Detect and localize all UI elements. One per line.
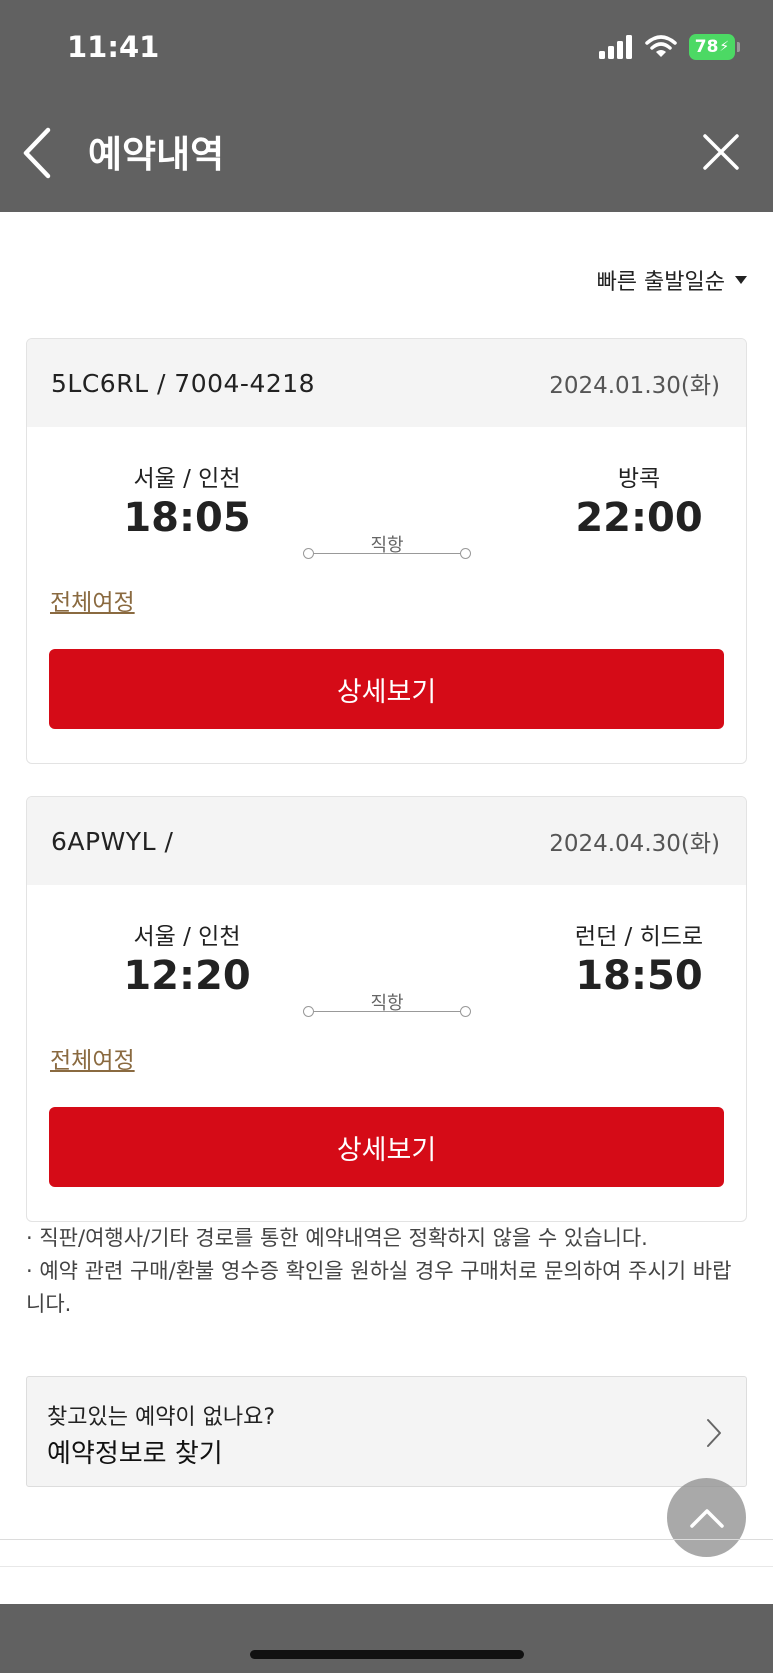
signal-icon [599, 35, 632, 59]
status-time: 11:41 [67, 30, 160, 64]
booking-card-body: 서울 / 인천 18:05 방콕 22:00 직항 전체여정 상세보기 [27, 427, 746, 763]
booking-card-header: 6APWYL / 2024.04.30(화) [27, 797, 746, 885]
find-booking-question: 찾고있는 예약이 없나요? [47, 1405, 276, 1430]
notice-list: · 직판/여행사/기타 경로를 통한 예약내역은 정확하지 않을 수 있습니다.… [26, 1222, 748, 1321]
route-type: 직항 [370, 535, 404, 556]
route-indicator: 직항 [303, 531, 471, 561]
chevron-up-icon [689, 1508, 724, 1528]
find-booking-box[interactable]: 찾고있는 예약이 없나요? 예약정보로 찾기 [26, 1376, 747, 1487]
departure-city: 서울 / 인천 [133, 924, 241, 950]
divider [0, 1566, 773, 1567]
route-type: 직항 [370, 993, 404, 1014]
arrival-time: 18:50 [575, 953, 703, 999]
notice-item: · 예약 관련 구매/환불 영수증 확인을 원하실 경우 구매처로 문의하여 주… [26, 1259, 732, 1316]
home-indicator-area [0, 1604, 773, 1673]
booking-code: 6APWYL / [51, 826, 174, 856]
departure-city: 서울 / 인천 [133, 466, 241, 492]
arrival-time: 22:00 [575, 495, 703, 541]
find-booking-link: 예약정보로 찾기 [47, 1439, 223, 1469]
arrival-city: 방콕 [617, 466, 661, 492]
full-itinerary-link[interactable]: 전체여정 [50, 583, 135, 617]
back-icon[interactable] [18, 124, 58, 182]
charging-icon: ⚡ [719, 39, 730, 55]
view-details-button[interactable]: 상세보기 [49, 649, 724, 729]
page-title: 예약내역 [88, 133, 225, 176]
close-icon[interactable] [701, 132, 741, 172]
booking-card-body: 서울 / 인천 12:20 런던 / 히드로 18:50 직항 전체여정 상세보… [27, 885, 746, 1221]
view-details-button[interactable]: 상세보기 [49, 1107, 724, 1187]
sort-dropdown[interactable]: 빠른 출발일순 [597, 264, 747, 296]
booking-card: 6APWYL / 2024.04.30(화) 서울 / 인천 12:20 런던 … [26, 796, 747, 1222]
booking-code: 5LC6RL / 7004-4218 [51, 368, 316, 398]
status-bar: 11:41 78 ⚡ [0, 0, 773, 100]
divider [0, 1539, 773, 1540]
full-itinerary-link[interactable]: 전체여정 [50, 1041, 135, 1075]
wifi-icon [645, 35, 677, 57]
departure-time: 18:05 [123, 495, 251, 541]
booking-card: 5LC6RL / 7004-4218 2024.01.30(화) 서울 / 인천… [26, 338, 747, 764]
scroll-to-top-button[interactable] [667, 1478, 746, 1557]
booking-date: 2024.04.30(화) [549, 831, 720, 857]
route-indicator: 직항 [303, 989, 471, 1019]
caret-down-icon [735, 276, 747, 284]
battery-level: 78 [694, 37, 719, 57]
home-indicator[interactable] [250, 1650, 524, 1659]
booking-date: 2024.01.30(화) [549, 373, 720, 399]
chevron-right-icon [707, 1419, 721, 1447]
departure-time: 12:20 [123, 953, 251, 999]
notice-item: · 직판/여행사/기타 경로를 통한 예약내역은 정확하지 않을 수 있습니다. [26, 1226, 648, 1250]
arrival-city: 런던 / 히드로 [574, 924, 704, 950]
booking-card-header: 5LC6RL / 7004-4218 2024.01.30(화) [27, 339, 746, 427]
sort-label: 빠른 출발일순 [596, 270, 725, 295]
status-icons: 78 ⚡ [599, 34, 740, 60]
nav-bar: 예약내역 [0, 100, 773, 212]
battery-icon: 78 ⚡ [689, 34, 740, 60]
